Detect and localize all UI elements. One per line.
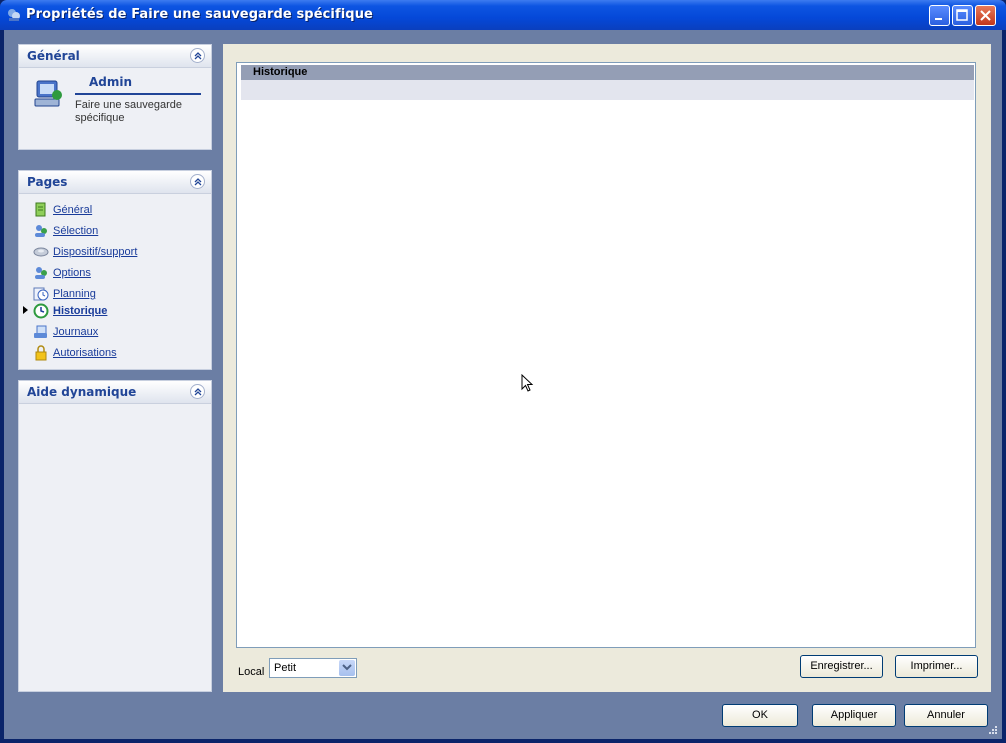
nav-item-general[interactable]: Général [33, 201, 92, 219]
nav-label-general: Général [53, 204, 93, 216]
nav-label-device: Dispositif/support [53, 246, 138, 258]
general-section: Général Admin Faire une sauvegarde spéci… [18, 44, 212, 150]
chevron-up-icon [194, 52, 202, 60]
nav-item-authorizations[interactable]: Autorisations [33, 344, 117, 362]
title-bar[interactable]: Propriétés de Faire une sauvegarde spéci… [0, 0, 1006, 30]
nav-label-authorizations: Autorisations [53, 347, 117, 359]
clock-icon [33, 287, 49, 301]
resize-grip-icon[interactable] [988, 725, 998, 735]
people-icon [35, 267, 47, 279]
general-description: Faire une sauvegarde spécifique [75, 99, 183, 124]
general-collapse-button[interactable] [190, 48, 205, 63]
help-section-header[interactable]: Aide dynamique [19, 381, 211, 404]
mouse-pointer-icon [521, 374, 534, 392]
maximize-button[interactable] [952, 5, 973, 26]
help-collapse-button[interactable] [190, 384, 205, 399]
computer-user-icon [34, 80, 62, 107]
history-clock-icon [33, 303, 49, 319]
main-panel: Historique Local Petit Enregistrer... Im… [223, 44, 991, 692]
general-section-header[interactable]: Général [19, 45, 211, 68]
help-section-title: Aide dynamique [27, 385, 137, 399]
save-button[interactable]: Enregistrer... [800, 655, 883, 678]
history-subheader [241, 80, 974, 100]
left-task-pane: Général Admin Faire une sauvegarde spéci… [18, 44, 212, 692]
nav-label-history: Historique [53, 305, 108, 317]
chevron-down-icon [342, 664, 352, 671]
window-app-icon [8, 9, 20, 21]
print-button[interactable]: Imprimer... [895, 655, 978, 678]
apply-button[interactable]: Appliquer [812, 704, 896, 727]
general-divider [75, 93, 201, 95]
journal-icon [34, 325, 47, 338]
nav-item-selection[interactable]: Sélection [33, 222, 98, 240]
local-label: Local [238, 666, 265, 678]
nav-item-planning[interactable]: Planning [33, 285, 96, 303]
general-name: Admin [89, 75, 133, 89]
nav-item-journals[interactable]: Journaux [33, 323, 98, 341]
current-page-arrow-icon [23, 306, 28, 314]
pages-section-header[interactable]: Pages [19, 171, 211, 194]
nav-item-history[interactable]: Historique [33, 302, 107, 320]
close-icon [980, 10, 991, 21]
close-button[interactable] [975, 5, 996, 26]
history-header: Historique [241, 65, 974, 80]
chevron-up-icon [194, 178, 202, 186]
chevron-up-icon [194, 388, 202, 396]
properties-window: Propriétés de Faire une sauvegarde spéci… [0, 0, 1006, 743]
disk-icon [33, 247, 49, 257]
minimize-icon [935, 18, 942, 20]
local-size-select[interactable]: Petit [269, 658, 357, 678]
nav-label-journals: Journaux [53, 326, 99, 338]
pages-section-title: Pages [27, 175, 68, 189]
nav-item-device[interactable]: Dispositif/support [33, 243, 137, 261]
ok-button[interactable]: OK [722, 704, 798, 727]
nav-label-options: Options [53, 267, 91, 279]
minimize-button[interactable] [929, 5, 950, 26]
history-view[interactable]: Historique [236, 62, 976, 648]
dropdown-button[interactable] [339, 660, 355, 676]
pages-collapse-button[interactable] [190, 174, 205, 189]
window-title: Propriétés de Faire une sauvegarde spéci… [26, 7, 373, 22]
general-section-title: Général [27, 49, 80, 63]
nav-label-planning: Planning [53, 288, 96, 300]
nav-item-options[interactable]: Options [33, 264, 91, 282]
document-green-icon [35, 202, 46, 217]
client-area: Général Admin Faire une sauvegarde spéci… [4, 30, 1002, 739]
maximize-icon [956, 9, 968, 21]
cancel-button[interactable]: Annuler [904, 704, 988, 727]
pages-section: Pages Général Sélection Dispositif/suppo… [18, 170, 212, 370]
help-section: Aide dynamique [18, 380, 212, 692]
nav-label-selection: Sélection [53, 225, 99, 237]
people-icon [35, 225, 47, 237]
lock-icon [35, 345, 47, 361]
local-size-value: Petit [274, 662, 297, 674]
